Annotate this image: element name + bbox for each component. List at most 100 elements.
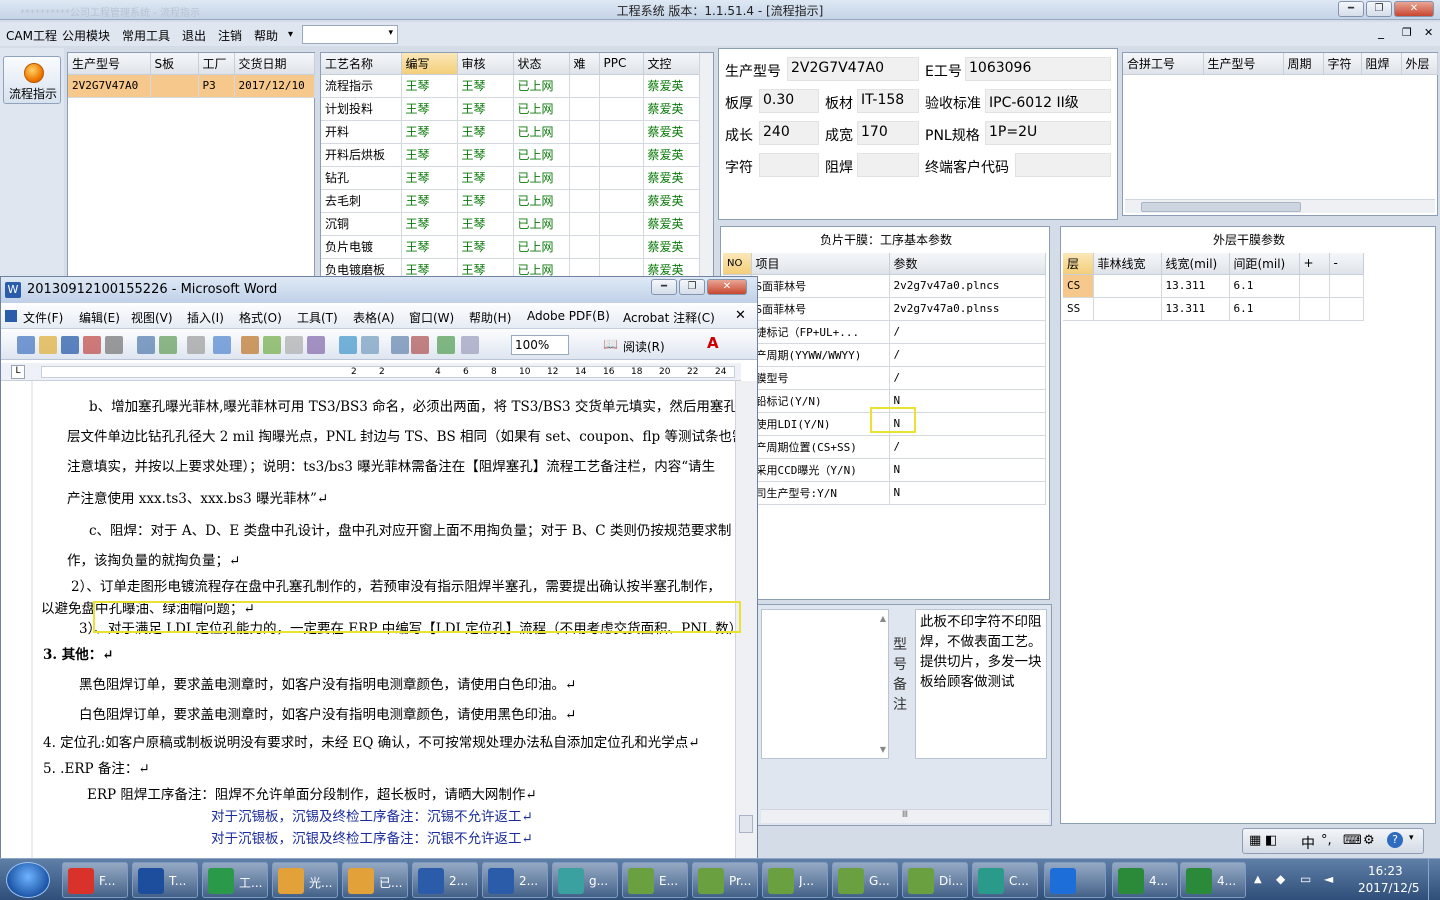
toolbar-icon[interactable] xyxy=(361,336,379,354)
merge-hscrollbar[interactable] xyxy=(1125,199,1435,213)
taskbar-item[interactable]: F... xyxy=(62,862,128,898)
menu-public-module[interactable]: 公用模块 xyxy=(62,27,110,44)
col-s-board[interactable]: S板 xyxy=(150,53,199,75)
toolbar-icon[interactable] xyxy=(83,336,101,354)
word-close-button[interactable]: ✕ xyxy=(707,279,747,295)
ime-softkbd-icon[interactable]: ⌨ xyxy=(1343,833,1362,848)
col-film-width[interactable]: 菲林线宽 xyxy=(1093,253,1162,275)
toolbar-icon[interactable] xyxy=(263,336,281,354)
col-period[interactable]: 周期 xyxy=(1283,53,1324,75)
toolbar-icon[interactable] xyxy=(437,336,455,354)
ime-mode-icon[interactable]: ◧ xyxy=(1265,833,1277,848)
col-reviewer[interactable]: 审核 xyxy=(457,53,514,75)
toolbar-icon[interactable] xyxy=(241,336,259,354)
table-row[interactable]: S面菲林号 2v2g7v47a0.plncs xyxy=(723,274,1046,298)
flow-indicator-button[interactable]: 流程指示 xyxy=(3,56,61,104)
col-merge-no[interactable]: 合拼工号 xyxy=(1123,53,1204,75)
taskbar-item[interactable]: E... xyxy=(622,862,688,898)
mask-field[interactable] xyxy=(857,153,919,177)
ime-settings-icon[interactable]: ⚙ xyxy=(1363,833,1375,848)
table-row[interactable]: 产周期位置(CS+SS) / xyxy=(723,435,1046,459)
word-maximize-button[interactable]: ❐ xyxy=(679,279,705,295)
toolbar-icon[interactable] xyxy=(213,336,231,354)
read-button[interactable]: 阅读(R) xyxy=(623,338,665,355)
col-doc-control[interactable]: 文控 xyxy=(643,53,700,75)
taskbar-item[interactable]: Di... xyxy=(902,862,968,898)
customer-field[interactable] xyxy=(1015,153,1111,177)
table-row[interactable]: 开料 王琴 王琴 已上网 蔡爱英 xyxy=(321,120,700,144)
clock-time[interactable]: 16:23 xyxy=(1368,864,1403,878)
table-row[interactable]: 计划投料 王琴 王琴 已上网 蔡爱英 xyxy=(321,97,700,121)
table-row[interactable]: SS 13.311 6.1 xyxy=(1063,297,1364,321)
table-row[interactable]: 流程指示 王琴 王琴 已上网 蔡爱英 xyxy=(321,74,700,98)
col-minus[interactable]: - xyxy=(1329,253,1364,275)
col-param[interactable]: 参数 xyxy=(889,253,1046,275)
table-row[interactable]: 2V2G7V47A0 P3 2017/12/10 xyxy=(68,74,315,98)
menu-logout[interactable]: 注销 xyxy=(218,27,242,44)
scroll-thumb[interactable] xyxy=(739,815,753,833)
scroll-thumb[interactable] xyxy=(1141,202,1301,212)
col-line-width[interactable]: 线宽(mil) xyxy=(1161,253,1230,275)
toolbar-icon[interactable] xyxy=(391,336,409,354)
remarks-left-box[interactable]: ▲ ▼ xyxy=(761,609,889,759)
table-row[interactable]: CS 13.311 6.1 xyxy=(1063,274,1364,298)
toolbar-icon[interactable] xyxy=(61,336,79,354)
pnl-field[interactable]: 1P=2U xyxy=(985,121,1111,145)
close-button[interactable]: ✕ xyxy=(1394,1,1434,17)
table-row[interactable]: 捷标记（FP+UL+... / xyxy=(723,320,1046,344)
tray-expand-icon[interactable]: ▲ xyxy=(1254,874,1262,885)
toolbar-icon[interactable] xyxy=(137,336,155,354)
word-menu-item[interactable]: 表格(A) xyxy=(353,309,395,326)
col-spacing[interactable]: 间距(mil) xyxy=(1229,253,1300,275)
material-field[interactable]: IT-158 xyxy=(857,89,919,113)
taskbar-item[interactable]: g... xyxy=(552,862,618,898)
std-field[interactable]: IPC-6012 II级 xyxy=(985,89,1111,113)
word-menu-item[interactable]: 文件(F) xyxy=(23,309,63,326)
table-row[interactable]: 采用CCD曝光（Y/N) N xyxy=(723,458,1046,482)
word-menu-item[interactable]: 视图(V) xyxy=(131,309,173,326)
col-status[interactable]: 状态 xyxy=(513,53,570,75)
taskbar-item[interactable]: 已... xyxy=(342,862,408,898)
col-mask[interactable]: 阻焊 xyxy=(1361,53,1402,75)
taskbar-item[interactable]: 工... xyxy=(202,862,268,898)
toolbar-icon[interactable] xyxy=(39,336,57,354)
clock-date[interactable]: 2017/12/5 xyxy=(1358,881,1420,895)
ime-grid-icon[interactable]: ▦ xyxy=(1249,833,1261,848)
start-button[interactable] xyxy=(6,862,50,898)
word-doc-icon[interactable] xyxy=(5,310,17,322)
taskbar-item[interactable] xyxy=(1044,862,1106,898)
table-row[interactable]: 膜型号 / xyxy=(723,366,1046,390)
table-row[interactable]: 开料后烘板 王琴 王琴 已上网 蔡爱英 xyxy=(321,143,700,167)
col-model[interactable]: 生产型号 xyxy=(68,53,151,75)
toolbar-icon[interactable] xyxy=(187,336,205,354)
taskbar-item[interactable]: 2... xyxy=(482,862,548,898)
mdi-close-icon[interactable]: ✕ xyxy=(1424,26,1433,39)
taskbar-item[interactable]: 光... xyxy=(272,862,338,898)
taskbar-item[interactable]: T... xyxy=(132,862,198,898)
col-layer[interactable]: 层 xyxy=(1063,253,1094,275)
width-field[interactable]: 170 xyxy=(857,121,919,145)
ruler[interactable]: L 2 2 4 6 8 10 12 14 16 18 20 22 24 xyxy=(1,363,741,381)
taskbar-item[interactable]: Pr... xyxy=(692,862,758,898)
read-icon[interactable]: 📖 xyxy=(603,337,618,351)
toolbar-icon[interactable] xyxy=(339,336,357,354)
length-field[interactable]: 240 xyxy=(759,121,819,145)
toolbar-icon[interactable] xyxy=(159,336,177,354)
toolbar-icon[interactable] xyxy=(285,336,303,354)
toolbar-icon[interactable] xyxy=(105,336,123,354)
menu-cam[interactable]: CAM工程 xyxy=(6,27,57,44)
col-difficulty[interactable]: 难 xyxy=(569,53,600,75)
menu-common-tools[interactable]: 常用工具 xyxy=(122,27,170,44)
ime-punct-icon[interactable]: °, xyxy=(1321,833,1332,848)
remarks-hscrollbar[interactable]: Ⅲ xyxy=(761,809,1049,823)
taskbar-item[interactable]: G... xyxy=(832,862,898,898)
taskbar-item[interactable]: 2... xyxy=(412,862,478,898)
word-menu-item[interactable]: 插入(I) xyxy=(187,309,224,326)
taskbar-item[interactable]: C... xyxy=(972,862,1038,898)
table-row[interactable]: 负片电镀 王琴 王琴 已上网 蔡爱英 xyxy=(321,235,700,259)
col-writer[interactable]: 编写 xyxy=(401,53,458,75)
col-process-name[interactable]: 工艺名称 xyxy=(321,53,402,75)
ime-chinese-indicator[interactable]: 中 xyxy=(1301,833,1315,853)
word-menu-item[interactable]: 工具(T) xyxy=(297,309,338,326)
process-scrollbar[interactable] xyxy=(699,53,713,281)
